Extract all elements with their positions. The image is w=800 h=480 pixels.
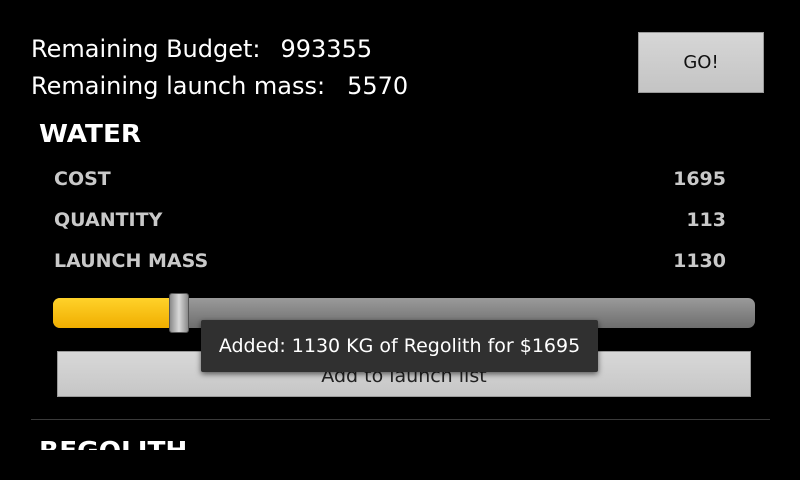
remaining-launch-mass-label: Remaining launch mass:: [31, 72, 326, 100]
remaining-launch-mass-value: 5570: [347, 72, 409, 100]
quantity-value: 113: [686, 209, 726, 231]
stat-row-launch-mass: LAUNCH MASS 1130: [54, 250, 726, 276]
go-button[interactable]: GO!: [638, 32, 764, 93]
section-title-water: WATER: [39, 119, 142, 148]
remaining-budget-label: Remaining Budget:: [31, 35, 261, 63]
remaining-budget: Remaining Budget: 993355: [31, 34, 372, 64]
slider-thumb[interactable]: [169, 293, 189, 333]
cost-label: COST: [54, 168, 111, 190]
toast-notification: Added: 1130 KG of Regolith for $1695: [201, 320, 598, 372]
cost-value: 1695: [673, 168, 726, 190]
stat-row-cost: COST 1695: [54, 168, 726, 194]
next-section-clip: REGOLITH: [0, 430, 800, 450]
slider-fill: [53, 298, 179, 328]
launch-mass-label: LAUNCH MASS: [54, 250, 209, 272]
remaining-launch-mass: Remaining launch mass: 5570: [31, 71, 408, 101]
section-title-regolith: REGOLITH: [39, 436, 187, 450]
remaining-budget-value: 993355: [280, 35, 373, 63]
stat-row-quantity: QUANTITY 113: [54, 209, 726, 235]
section-divider: [31, 419, 770, 420]
launch-mass-value: 1130: [673, 250, 726, 272]
quantity-label: QUANTITY: [54, 209, 163, 231]
